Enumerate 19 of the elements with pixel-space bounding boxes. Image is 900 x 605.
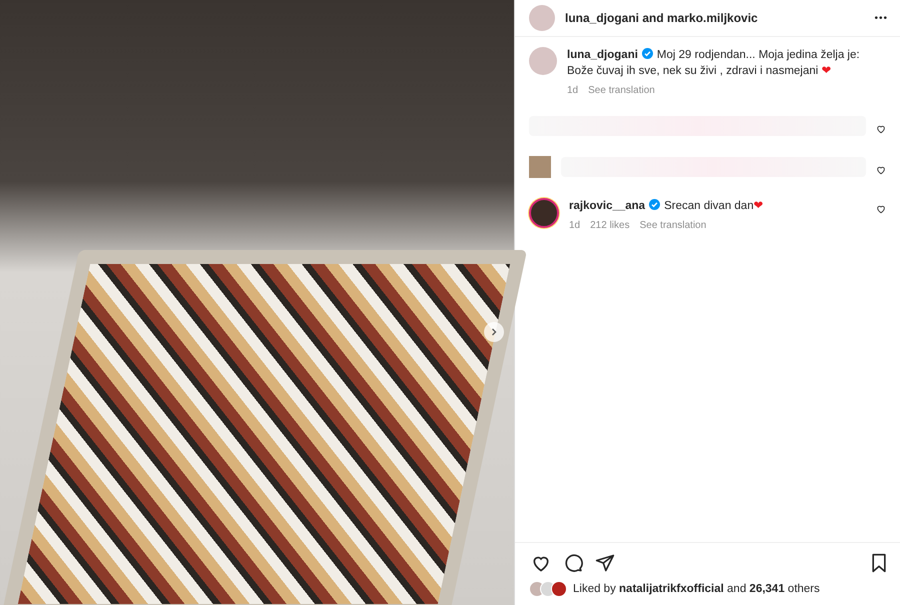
comment-text: rajkovic__ana Srecan divan dan❤ xyxy=(569,198,765,214)
comment-time: 1d xyxy=(569,220,580,231)
more-options-button[interactable]: ••• xyxy=(874,12,888,24)
like-comment-button[interactable] xyxy=(876,124,886,134)
chevron-right-icon xyxy=(490,328,498,336)
avatar[interactable] xyxy=(529,198,559,228)
username-link[interactable]: rajkovic__ana xyxy=(569,200,646,212)
share-button[interactable] xyxy=(595,553,615,573)
post-time: 1d xyxy=(567,85,578,96)
like-comment-button[interactable] xyxy=(876,204,886,214)
post-authors: luna_djogani and marko.miljkovic xyxy=(565,11,758,25)
username-link[interactable]: luna_djogani xyxy=(567,49,638,61)
like-comment-button[interactable] xyxy=(876,165,886,175)
caption-text: luna_djogani Moj 29 rodjendan... Moja jedina želja je: Bože čuvaj ih sve, nek su živi , zdravi i nasmejani ❤ xyxy=(567,47,861,79)
likes-summary: Liked by natalijatrikfxofficial and 26,341 others xyxy=(573,583,820,595)
avatar xyxy=(529,156,551,178)
liker-avatars xyxy=(529,581,567,597)
comment-button[interactable] xyxy=(563,553,583,573)
save-button[interactable] xyxy=(870,553,888,573)
